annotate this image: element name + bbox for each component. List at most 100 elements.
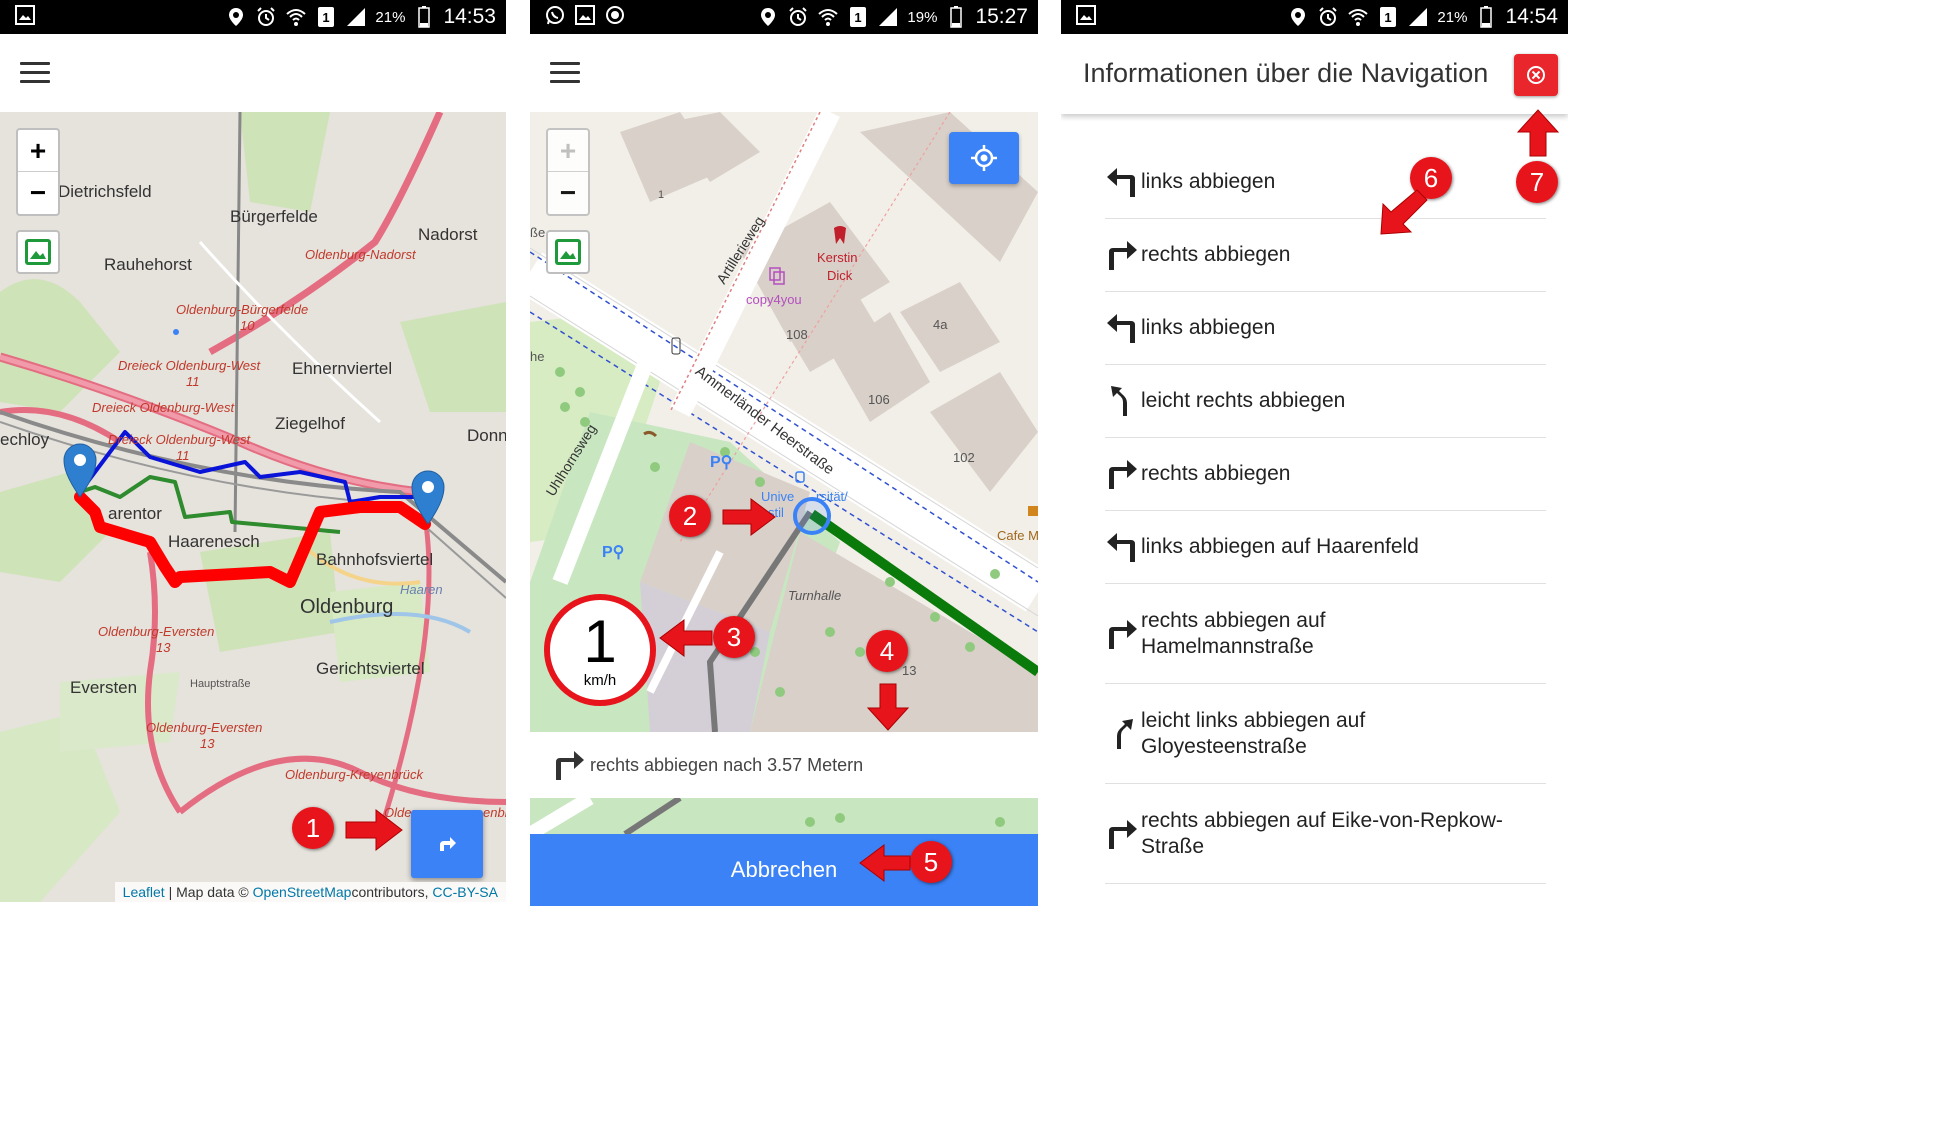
gallery-notification-icon — [14, 4, 36, 26]
map-label: Oldenburg — [300, 596, 394, 618]
app-bar — [530, 34, 1038, 112]
map-strip — [530, 798, 1038, 834]
map-label: Ziegelhof — [275, 414, 345, 433]
zoom-control: + − — [546, 128, 590, 216]
map-label: Haarenesch — [168, 532, 260, 551]
annotation-badge: 7 — [1516, 161, 1558, 203]
close-icon — [1527, 66, 1545, 84]
turn-right-icon — [1105, 817, 1141, 851]
annotation-arrow-right-icon — [722, 498, 776, 536]
sim-icon: 1 — [315, 6, 337, 28]
locate-me-button[interactable] — [949, 132, 1019, 184]
street-label: ße — [530, 225, 546, 240]
road-label: Oldenburg-Nadorst — [305, 247, 416, 262]
house-number: 106 — [868, 392, 890, 407]
screen-route-overview: 1 21% 14:53 Dietrichsfeld Bürgerfelde Na… — [0, 0, 506, 906]
status-bar: 1 21% 14:54 — [1061, 0, 1568, 34]
turn-right-icon — [1105, 617, 1141, 651]
map-label: Bürgerfelde — [230, 207, 318, 226]
annotation-badge: 1 — [292, 807, 334, 849]
sim-slot-number: 1 — [1385, 10, 1392, 25]
menu-icon[interactable] — [20, 62, 50, 84]
turn-left-icon — [1105, 311, 1141, 345]
license-link[interactable]: CC-BY-SA — [432, 884, 498, 900]
layer-switch-button[interactable] — [16, 230, 60, 274]
road-label: Dreieck Oldenburg-West — [108, 432, 251, 447]
whatsapp-notification-icon — [544, 4, 566, 26]
bicycle-parking-icon: P⚲ — [602, 544, 625, 561]
map-label: Dietrichsfeld — [58, 182, 152, 201]
signal-icon — [877, 6, 899, 28]
map-attribution: Leaflet | Map data © OpenStreetMapcontri… — [114, 882, 506, 902]
map-view[interactable]: Artillerieweg Ammerländer Heerstraße Uhl… — [530, 112, 1038, 732]
battery-icon — [1475, 6, 1497, 28]
start-navigation-button[interactable] — [411, 810, 483, 878]
slight-right-icon — [1105, 384, 1141, 418]
road-label: enbr — [483, 805, 506, 820]
alarm-icon — [255, 6, 277, 28]
bicycle-parking-icon: P⚲ — [710, 454, 733, 471]
close-button[interactable] — [1514, 54, 1558, 96]
crosshair-icon — [971, 145, 997, 171]
road-label: Oldenburg-Eversten — [98, 624, 215, 639]
annotation-badge: 4 — [866, 630, 908, 672]
zoom-in-button[interactable]: + — [18, 130, 58, 172]
instruction-text: links abbiegen auf Haarenfeld — [1141, 535, 1419, 558]
list-item: rechts abbiegen — [1105, 219, 1546, 292]
zoom-control: + − — [16, 128, 60, 216]
building-label: Turnhalle — [788, 588, 842, 603]
screen-navigation-info: 1 21% 14:54 Informationen über die Navig… — [1061, 0, 1568, 906]
road-label: Dreieck Oldenburg-West — [92, 400, 235, 415]
battery-icon — [413, 6, 435, 28]
map-label: Gerichtsviertel — [316, 659, 425, 678]
house-number: 108 — [786, 327, 808, 342]
instruction-text: leicht rechts abbiegen — [1141, 389, 1346, 412]
menu-icon[interactable] — [550, 62, 580, 84]
leaflet-link[interactable]: Leaflet — [123, 884, 165, 900]
openstreetmap-link[interactable]: OpenStreetMap — [253, 884, 352, 900]
road-label: Hauptstraße — [190, 678, 251, 690]
instruction-text: links abbiegen — [1141, 170, 1276, 193]
battery-percent: 21% — [1437, 8, 1468, 26]
list-item: leicht rechts abbiegen — [1105, 365, 1546, 438]
road-label: Oldenburg-Eversten — [146, 720, 263, 735]
instruction-text: rechts abbiegen — [1141, 462, 1291, 485]
wifi-icon — [1347, 6, 1369, 28]
zoom-in-button[interactable]: + — [548, 130, 588, 172]
attribution-contributors: contributors, — [351, 884, 433, 900]
zoom-out-button[interactable]: − — [548, 172, 588, 214]
sim-slot-number: 1 — [855, 10, 862, 25]
layer-switch-button[interactable] — [546, 230, 590, 274]
street-label: he — [530, 349, 545, 364]
annotation-badge: 2 — [669, 495, 711, 537]
turn-right-icon — [1105, 457, 1141, 491]
house-number: 1 — [658, 189, 665, 201]
list-item: rechts abbiegen auf Hamelmannstraße — [1105, 584, 1546, 684]
location-icon — [1287, 6, 1309, 28]
poi-label: Cafe M — [997, 528, 1038, 543]
cancel-navigation-button[interactable]: Abbrechen — [530, 834, 1038, 906]
map-label: Donn — [467, 426, 506, 445]
annotation-arrow-down-left-icon — [1380, 189, 1428, 235]
location-icon — [225, 6, 247, 28]
house-number: 102 — [953, 450, 975, 465]
alarm-icon — [787, 6, 809, 28]
wifi-icon — [817, 6, 839, 28]
slight-left-icon — [1105, 717, 1141, 751]
map-label: Nadorst — [418, 225, 478, 244]
road-label: 11 — [176, 448, 190, 463]
instruction-text: rechts abbiegen auf Eike-von-Repkow- Str… — [1141, 808, 1503, 858]
turn-right-icon — [1105, 238, 1141, 272]
speed-unit: km/h — [583, 672, 617, 689]
map-view[interactable]: Dietrichsfeld Bürgerfelde Nadorst Rauheh… — [0, 112, 506, 902]
instruction-text: leicht links abbiegen auf Gloyesteenstra… — [1141, 708, 1366, 758]
map-label: Eversten — [70, 678, 138, 697]
instruction-text: rechts abbiegen — [1141, 243, 1291, 266]
location-icon — [757, 6, 779, 28]
status-bar: 1 21% 14:53 — [0, 0, 506, 34]
zoom-out-button[interactable]: − — [18, 172, 58, 214]
poi-label: copy4you — [746, 292, 802, 307]
attribution-separator: | Map data © — [164, 884, 253, 900]
map-label: echloy — [0, 430, 50, 449]
clock: 14:53 — [443, 5, 496, 28]
